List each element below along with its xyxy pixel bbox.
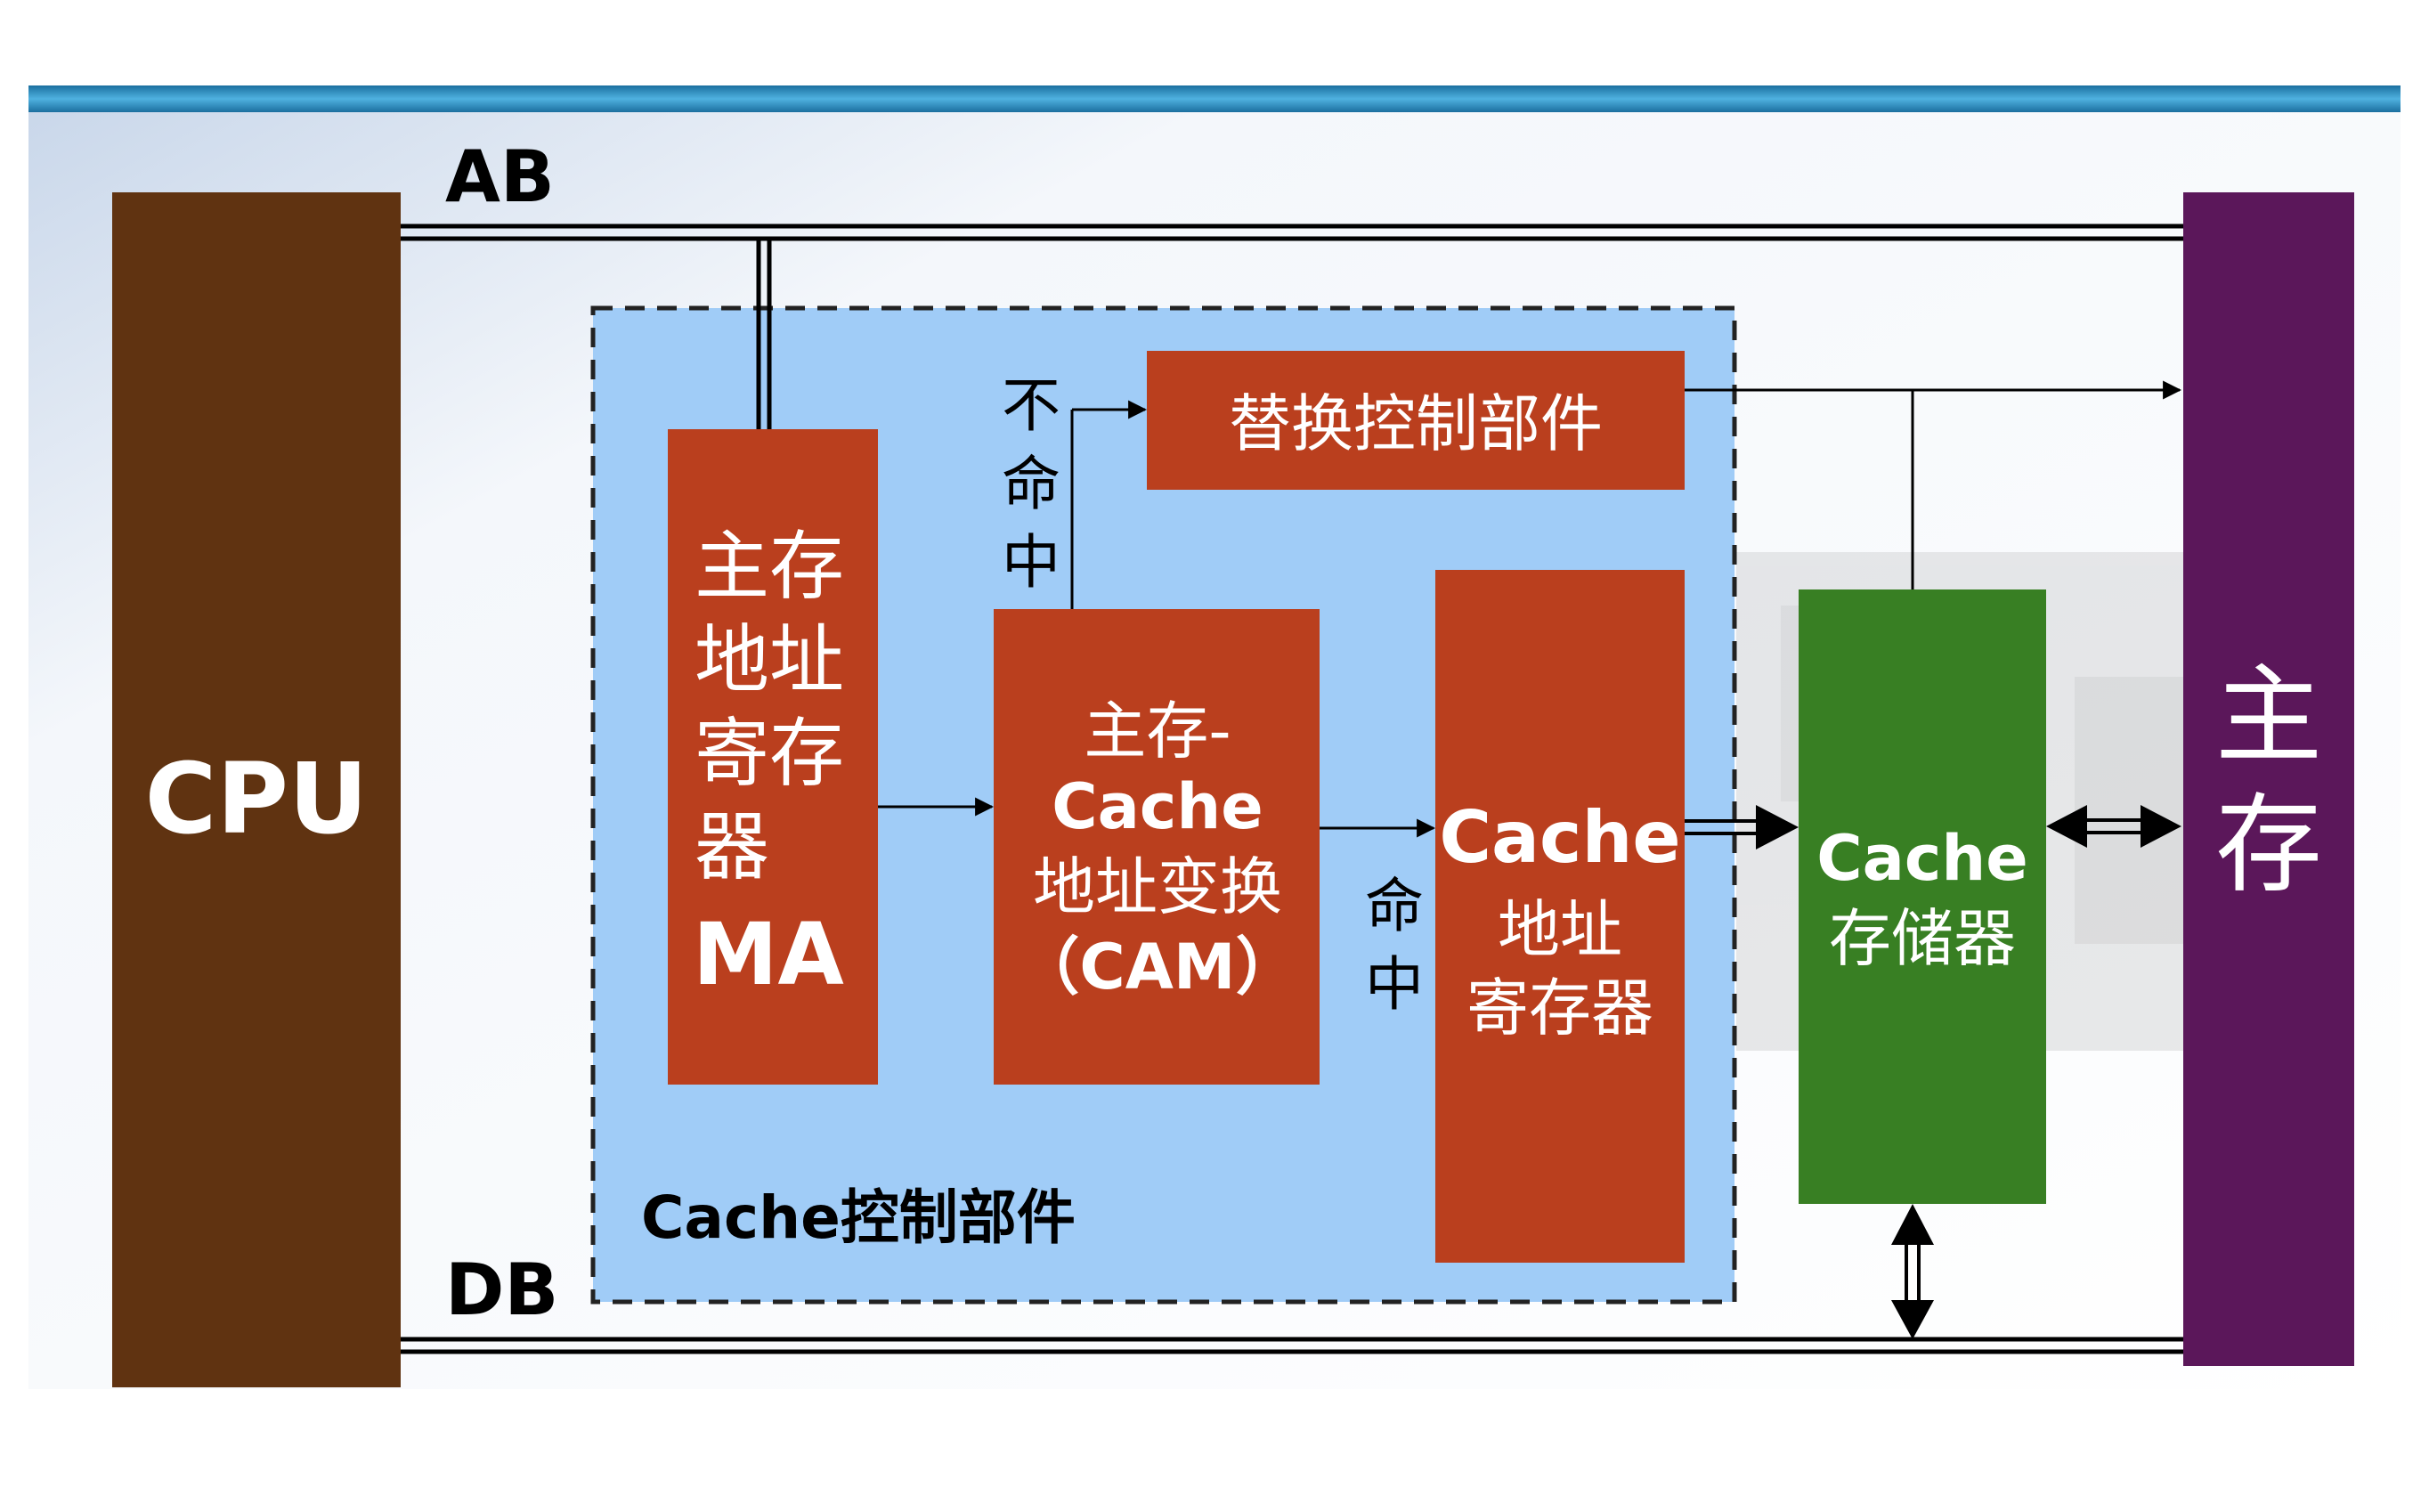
cache-memory-box bbox=[1799, 589, 2046, 1204]
cache-address-register-line1: Cache bbox=[1439, 796, 1680, 879]
main-memory-label-line2: 存 bbox=[2215, 784, 2322, 907]
cpu-label: CPU bbox=[145, 742, 369, 856]
ma-register-line3: 寄存 bbox=[695, 710, 844, 797]
cam-line1: 主存- bbox=[1084, 695, 1231, 768]
address-bus-label: AB bbox=[445, 135, 555, 218]
cache-address-register-line2: 地址 bbox=[1498, 893, 1622, 966]
miss-label-char-1: 不 bbox=[1002, 371, 1060, 440]
cache-memory-line1: Cache bbox=[1816, 822, 2027, 895]
main-memory-label-line1: 主 bbox=[2215, 654, 2322, 778]
cam-line3: 地址变换 bbox=[1033, 850, 1282, 923]
cache-memory-line2: 存储器 bbox=[1829, 902, 2016, 975]
cam-box bbox=[994, 609, 1320, 1085]
ma-register-line1: 主存 bbox=[695, 523, 844, 610]
cam-line2: Cache bbox=[1052, 770, 1263, 843]
cache-address-register-line3: 寄存器 bbox=[1466, 971, 1653, 1045]
ma-register-line5: MA bbox=[693, 905, 844, 1004]
ma-register-line2: 地址 bbox=[695, 616, 844, 703]
miss-label-char-2: 命 bbox=[1002, 450, 1060, 518]
replace-control-label: 替换控制部件 bbox=[1229, 387, 1603, 460]
hit-label-char-2: 中 bbox=[1365, 950, 1424, 1019]
top-title-bar bbox=[28, 85, 2401, 112]
main-memory-box bbox=[2183, 192, 2354, 1366]
cam-line4: （CAM） bbox=[1017, 931, 1297, 1004]
hit-label-char-1: 命 bbox=[1365, 872, 1424, 940]
miss-label-char-3: 中 bbox=[1002, 528, 1060, 597]
ma-register-line4: 器 bbox=[695, 803, 769, 890]
cache-structure-diagram: CPU 主 存 AB DB Cache控制部件 主存 地址 寄存 器 MA 主存… bbox=[28, 85, 2401, 1389]
data-bus-label: DB bbox=[445, 1248, 558, 1331]
cache-control-caption: Cache控制部件 bbox=[641, 1183, 1076, 1252]
